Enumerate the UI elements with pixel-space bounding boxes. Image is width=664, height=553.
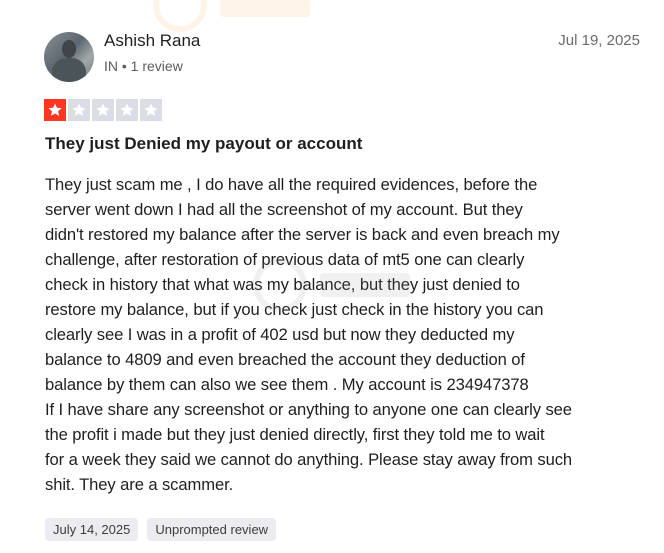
reviewer-meta: IN • 1 review bbox=[104, 58, 183, 74]
star-rating bbox=[44, 99, 162, 121]
star-icon bbox=[140, 99, 162, 121]
star-icon bbox=[68, 99, 90, 121]
review-tags: July 14, 2025 Unprompted review bbox=[45, 518, 277, 541]
review-card: Ashish Rana IN • 1 review Jul 19, 2025 T… bbox=[0, 0, 664, 553]
avatar-body bbox=[52, 58, 86, 82]
reviewer-avatar[interactable] bbox=[44, 32, 94, 82]
star-icon bbox=[116, 99, 138, 121]
review-date: Jul 19, 2025 bbox=[558, 32, 640, 49]
experience-date-tag: July 14, 2025 bbox=[45, 518, 139, 541]
review-title[interactable]: They just Denied my payout or account bbox=[45, 134, 362, 154]
watermark-logo bbox=[153, 0, 310, 32]
reviewer-name[interactable]: Ashish Rana bbox=[104, 31, 200, 51]
review-body: They just scam me , I do have all the re… bbox=[45, 175, 573, 494]
star-icon bbox=[44, 99, 66, 121]
star-icon bbox=[92, 99, 114, 121]
unprompted-review-tag: Unprompted review bbox=[147, 518, 277, 541]
avatar-face bbox=[62, 40, 76, 58]
